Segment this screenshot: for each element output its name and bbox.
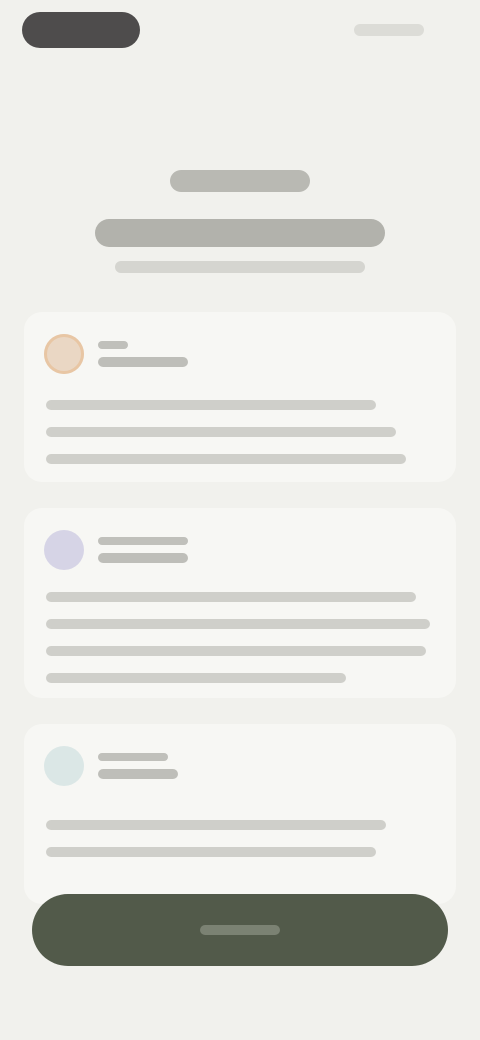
card-header	[44, 334, 188, 374]
purple-circle-icon	[44, 530, 84, 570]
option-card-1[interactable]	[24, 312, 456, 482]
teal-circle-icon	[44, 746, 84, 786]
card-label	[98, 753, 168, 761]
card-description	[46, 400, 434, 481]
card-header	[44, 746, 178, 786]
card-title	[98, 769, 178, 779]
page-subtitle	[115, 261, 365, 273]
card-title	[98, 357, 188, 367]
card-labels	[98, 537, 188, 563]
option-card-3[interactable]	[24, 724, 456, 904]
card-description	[46, 592, 434, 700]
continue-button[interactable]	[32, 894, 448, 966]
top-right-link[interactable]	[354, 24, 424, 36]
card-description	[46, 820, 434, 874]
card-title	[98, 553, 188, 563]
card-labels	[98, 341, 188, 367]
continue-button-label	[200, 925, 280, 935]
card-label	[98, 341, 128, 349]
page-header	[0, 170, 480, 273]
page-title	[95, 219, 385, 247]
card-labels	[98, 753, 178, 779]
card-header	[44, 530, 188, 570]
header-eyebrow	[170, 170, 310, 192]
card-label	[98, 537, 188, 545]
option-card-2[interactable]	[24, 508, 456, 698]
orange-circle-icon	[44, 334, 84, 374]
top-left-pill-button[interactable]	[22, 12, 140, 48]
